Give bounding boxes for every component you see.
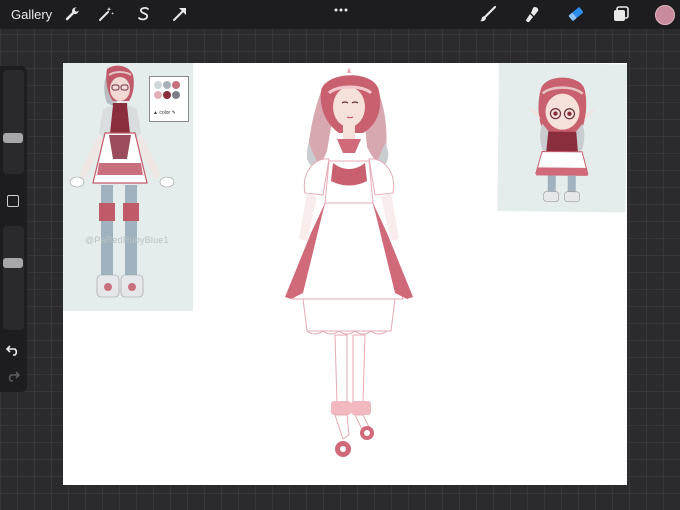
magic-wand-icon[interactable] <box>96 4 116 24</box>
transform-arrow-icon[interactable] <box>170 4 190 24</box>
left-sidebar <box>0 66 27 392</box>
palette-swatch <box>172 91 180 99</box>
eraser-icon[interactable] <box>566 4 586 24</box>
artist-watermark: @PaRedRubyBlue1 <box>85 235 169 245</box>
palette-swatch <box>163 81 171 89</box>
gallery-button[interactable]: Gallery <box>11 7 52 22</box>
modify-button[interactable] <box>7 195 19 207</box>
color-palette-card: ▲ color ✎ <box>149 76 189 122</box>
chibi-reference-image <box>497 63 627 213</box>
palette-swatch <box>172 81 180 89</box>
palette-caption: ▲ color ✎ <box>153 110 176 116</box>
opacity-thumb[interactable] <box>3 258 23 268</box>
wrench-icon[interactable] <box>62 4 82 24</box>
current-color-swatch[interactable] <box>655 5 675 25</box>
palette-swatch <box>163 91 171 99</box>
more-options-icon[interactable] <box>333 2 349 12</box>
opacity-slider[interactable] <box>3 226 24 330</box>
selection-icon[interactable] <box>134 4 154 24</box>
layers-icon[interactable] <box>611 4 631 24</box>
brush-size-slider[interactable] <box>3 70 24 174</box>
chibi-character-drawing <box>528 77 597 203</box>
top-toolbar: Gallery <box>0 0 680 29</box>
main-character-drawing <box>285 67 413 457</box>
brush-icon[interactable] <box>478 4 498 24</box>
redo-icon[interactable] <box>5 369 21 383</box>
brush-size-thumb[interactable] <box>3 133 23 143</box>
undo-icon[interactable] <box>5 343 21 357</box>
smudge-icon[interactable] <box>523 4 543 24</box>
palette-swatch <box>154 91 162 99</box>
palette-swatch <box>154 81 162 89</box>
reference-sheet-image: ▲ color ✎ @PaRedRubyBlue1 <box>63 63 193 311</box>
drawing-canvas[interactable]: ▲ color ✎ @PaRedRubyBlue1 <box>63 63 627 485</box>
